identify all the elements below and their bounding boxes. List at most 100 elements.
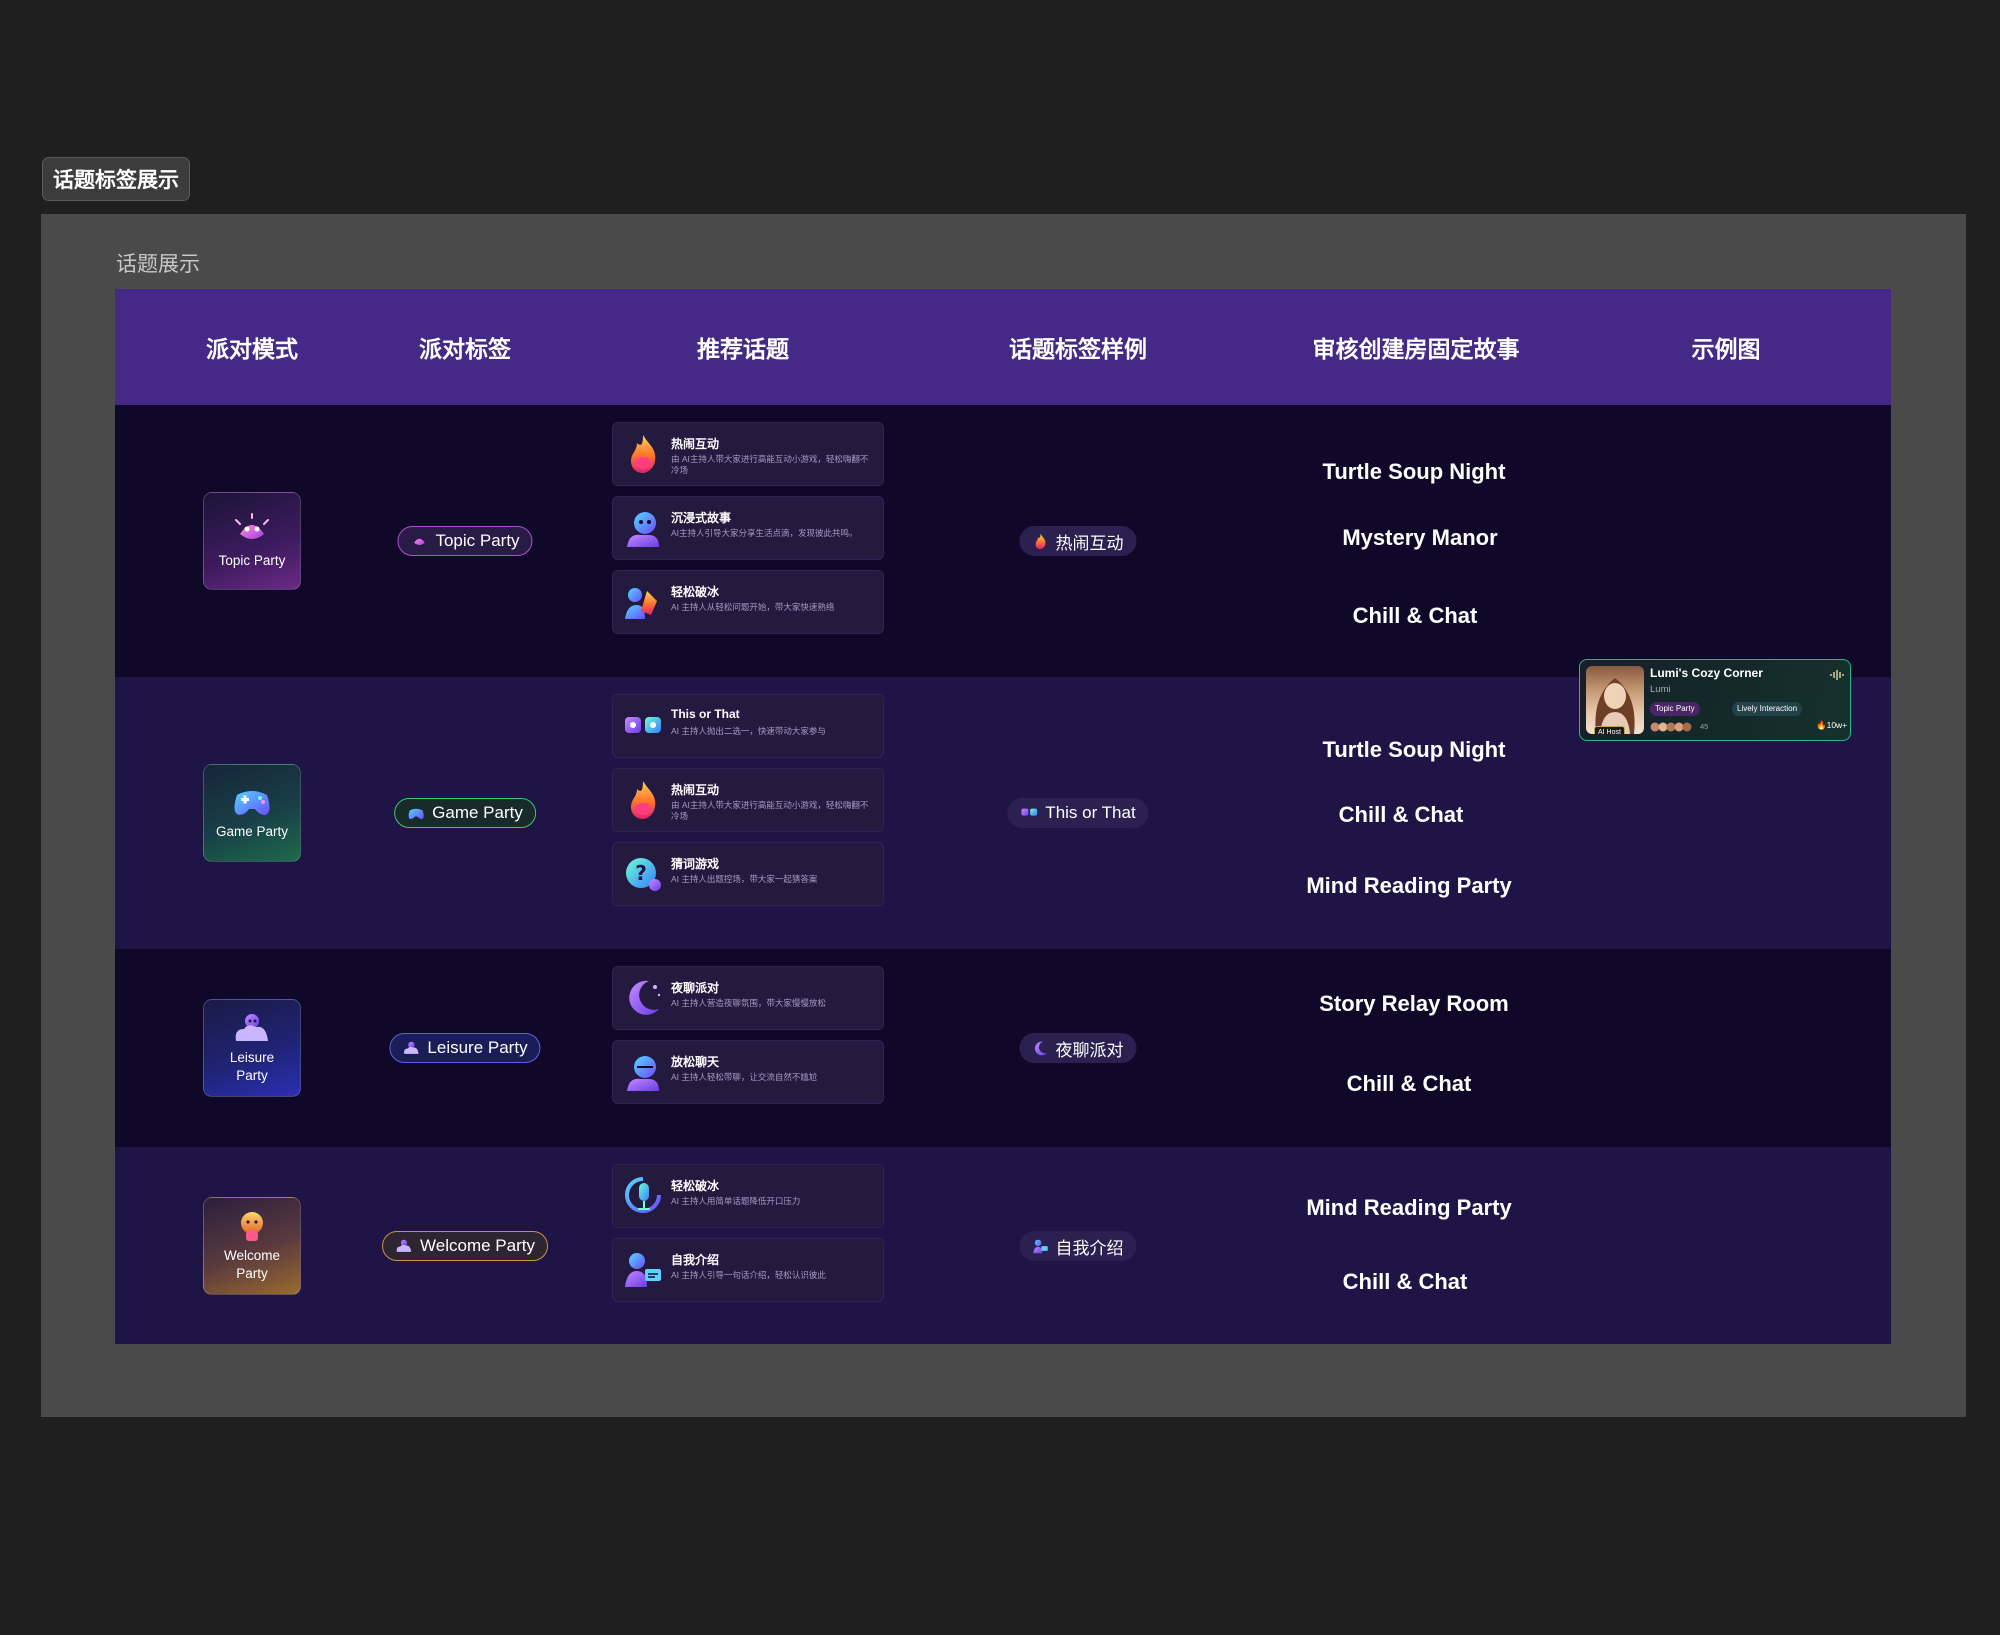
topic-card[interactable]: 自我介绍 AI 主持人引导一句话介绍，轻松认识彼此 — [612, 1238, 884, 1302]
column-header-party-tag: 派对标签 — [419, 336, 511, 362]
party-mode-card-leisure[interactable]: Leisure Party — [203, 999, 301, 1097]
topic-card[interactable]: 沉浸式故事 AI主持人引导大家分享生活点滴，发现彼此共鸣。 — [612, 496, 884, 560]
svg-text:?: ? — [635, 861, 647, 885]
moon-icon — [629, 980, 661, 1015]
topic-tag-sample[interactable]: 夜聊派对 — [1019, 1033, 1137, 1063]
microphone-icon — [625, 1177, 661, 1213]
topic-card[interactable]: ? 猜词游戏 AI 主持人出题控场，带大家一起猜答案 — [612, 842, 884, 906]
fixed-story: Chill & Chat — [1352, 603, 1478, 628]
party-tag-label: Topic Party — [435, 531, 520, 550]
gamepad-icon — [234, 791, 270, 816]
room-tag-lively-interaction: Lively Interaction — [1732, 702, 1803, 716]
fixed-story: Mind Reading Party — [1306, 1195, 1512, 1220]
topic-tag-sample[interactable]: 热闹互动 — [1019, 526, 1137, 556]
fixed-story: Chill & Chat — [1346, 1071, 1472, 1096]
guess-icon: ? — [626, 858, 661, 891]
microphone-character-icon — [241, 1212, 263, 1242]
topic-description: AI 主持人引导一句话介绍，轻松认识彼此 — [671, 1270, 826, 1280]
table-header: 派对模式 派对标签 推荐话题 话题标签样例 审核创建房固定故事 示例图 — [115, 289, 1891, 405]
party-mode-label: Leisure Party — [229, 1050, 275, 1083]
party-popper-icon — [235, 513, 269, 540]
listener-avatars — [1650, 722, 1692, 732]
ai-host-badge: AI Host — [1594, 726, 1625, 734]
topic-card[interactable]: 热闹互动 由 AI主持人带大家进行高能互动小游戏，轻松嗨翻不冷场 — [612, 768, 884, 832]
cloud-character-icon — [235, 1014, 268, 1042]
party-tag-pill[interactable]: Game Party — [394, 798, 536, 828]
chat-icon — [627, 1056, 659, 1091]
topic-card[interactable]: 热闹互动 由 AI主持人带大家进行高能互动小游戏，轻松嗨翻不冷场 — [612, 422, 884, 486]
fixed-story: Chill & Chat — [1338, 802, 1464, 827]
topic-title: 自我介绍 — [671, 1253, 720, 1267]
party-mode-label: Topic Party — [218, 553, 286, 569]
topic-title: 放松聊天 — [671, 1055, 720, 1069]
topic-description: AI 主持人轻松带聊，让交流自然不尴尬 — [671, 1072, 818, 1082]
topic-title: 猜词游戏 — [671, 857, 720, 871]
topic-card[interactable]: 轻松破冰 AI 主持人从轻松问题开始，带大家快速熟络 — [612, 570, 884, 634]
section-label: 话题展示 — [116, 253, 200, 276]
topic-tag-sample-label: 自我介绍 — [1055, 1238, 1124, 1258]
profile-card-icon — [1033, 1239, 1048, 1253]
party-tag-pill[interactable]: Welcome Party — [382, 1231, 548, 1261]
topic-tag-sample-label: This or That — [1045, 803, 1136, 822]
topic-description: 由 AI主持人带大家进行高能互动小游戏，轻松嗨翻不冷场 — [671, 454, 869, 476]
sound-wave-icon — [1830, 670, 1844, 680]
listener-count: 45 — [1700, 722, 1709, 731]
room-title: Lumi's Cozy Corner — [1650, 666, 1763, 680]
profile-card-icon — [625, 1253, 661, 1287]
topic-card[interactable]: 放松聊天 AI 主持人轻松带聊，让交流自然不尴尬 — [612, 1040, 884, 1104]
column-header-fixed-stories: 审核创建房固定故事 — [1312, 336, 1520, 362]
topic-card[interactable]: This or That AI 主持人抛出二选一，快速带动大家参与 — [612, 694, 884, 758]
host-name: Lumi — [1650, 684, 1671, 695]
topic-card[interactable]: 轻松破冰 AI 主持人用简单话题降低开口压力 — [612, 1164, 884, 1228]
topic-description: AI 主持人营造夜聊氛围，带大家慢慢放松 — [671, 998, 826, 1008]
topic-title: 沉浸式故事 — [671, 511, 732, 525]
topic-description: AI 主持人从轻松问题开始，带大家快速熟络 — [671, 602, 835, 612]
party-mode-label: Welcome Party — [223, 1248, 281, 1281]
frame-tag[interactable]: 话题标签展示 — [42, 157, 190, 201]
fixed-story: Story Relay Room — [1319, 991, 1509, 1016]
versus-icon — [625, 717, 661, 733]
topic-tag-sample-label: 夜聊派对 — [1055, 1040, 1124, 1060]
fixed-story: Mystery Manor — [1342, 525, 1498, 550]
host-avatar: AI Host — [1586, 666, 1644, 734]
party-tag-label: Leisure Party — [427, 1038, 528, 1057]
fire-icon — [631, 435, 656, 473]
cloud-character-icon — [396, 1239, 412, 1252]
canvas: 话题展示 派对模式 派对标签 推荐话题 话题标签样例 审核创建房固定故事 示例图… — [41, 214, 1966, 1417]
example-room-card[interactable]: AI Host Lumi's Cozy Corner Lumi Topic Pa… — [1579, 659, 1851, 741]
topic-table: 派对模式 派对标签 推荐话题 话题标签样例 审核创建房固定故事 示例图 Topi… — [115, 289, 1891, 1344]
table-row-leisure-party: Leisure Party Leisure Party 夜聊派对 AI 主持人营… — [115, 949, 1891, 1147]
party-mode-card-game[interactable]: Game Party — [203, 764, 301, 862]
party-tag-label: Welcome Party — [420, 1236, 535, 1255]
party-mode-card-welcome[interactable]: Welcome Party — [203, 1197, 301, 1295]
party-mode-card-topic[interactable]: Topic Party — [203, 492, 301, 590]
popularity-count: 🔥10w+ — [1816, 720, 1847, 731]
icebreaker-icon — [625, 588, 657, 619]
column-header-topic-tag-sample: 话题标签样例 — [1009, 336, 1147, 362]
party-mode-label: Game Party — [215, 824, 289, 840]
flame-icon: 🔥 — [1816, 720, 1827, 730]
column-header-party-mode: 派对模式 — [206, 336, 298, 362]
topic-tag-sample[interactable]: This or That — [1007, 798, 1149, 828]
table-row-topic-party: Topic Party Topic Party 热闹互动 由 AI主持人带大家进… — [115, 405, 1891, 677]
topic-description: AI 主持人出题控场，带大家一起猜答案 — [671, 874, 818, 884]
fire-icon — [631, 781, 656, 819]
fixed-story: Turtle Soup Night — [1322, 737, 1506, 762]
gamepad-icon — [408, 808, 424, 819]
topic-title: 轻松破冰 — [671, 1179, 720, 1193]
column-header-recommended-topics: 推荐话题 — [697, 336, 789, 362]
topic-description: AI主持人引导大家分享生活点滴，发现彼此共鸣。 — [671, 528, 858, 538]
topic-title: 热闹互动 — [671, 437, 720, 451]
topic-tag-sample-label: 热闹互动 — [1055, 533, 1124, 553]
party-tag-label: Game Party — [432, 803, 523, 822]
topic-title: 轻松破冰 — [671, 585, 720, 599]
party-tag-pill[interactable]: Topic Party — [397, 526, 533, 556]
column-header-example: 示例图 — [1691, 336, 1761, 362]
topic-card[interactable]: 夜聊派对 AI 主持人营造夜聊氛围，带大家慢慢放松 — [612, 966, 884, 1030]
party-popper-icon — [414, 538, 425, 545]
topic-title: 夜聊派对 — [671, 981, 720, 995]
table-row-welcome-party: Welcome Party Welcome Party 轻松破冰 AI 主持人用… — [115, 1147, 1891, 1344]
fire-icon — [1035, 533, 1046, 549]
topic-tag-sample[interactable]: 自我介绍 — [1019, 1231, 1137, 1261]
party-tag-pill[interactable]: Leisure Party — [389, 1033, 541, 1063]
